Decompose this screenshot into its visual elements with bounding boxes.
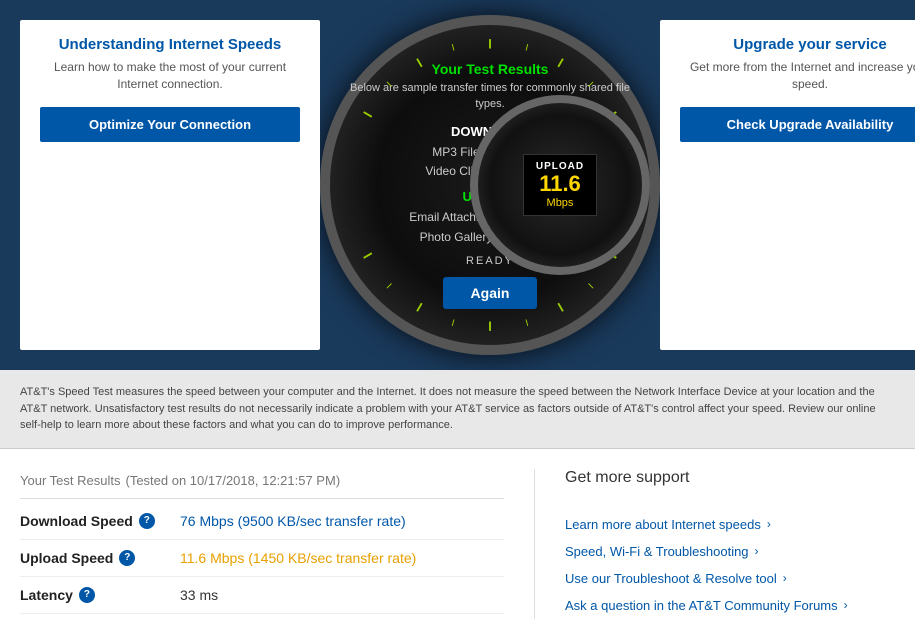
top-section: Understanding Internet Speeds Learn how …: [0, 0, 915, 370]
latency-help-icon[interactable]: ?: [79, 587, 95, 603]
upload-display: UPLOAD 11.6 Mbps: [523, 154, 597, 215]
upload-help-icon[interactable]: ?: [119, 550, 135, 566]
right-card-title: Upgrade your service: [733, 36, 886, 53]
download-speed-label: Download Speed: [20, 513, 133, 529]
chevron-icon-0: ›: [767, 517, 771, 531]
left-card-description: Learn how to make the most of your curre…: [40, 59, 300, 93]
upload-speed-row: Upload Speed ? 11.6 Mbps (1450 KB/sec tr…: [20, 540, 504, 577]
upload-speed-value: 11.6 Mbps (1450 KB/sec transfer rate): [180, 550, 416, 566]
results-left: Your Test Results (Tested on 10/17/2018,…: [20, 469, 535, 619]
download-speed-value: 76 Mbps (9500 KB/sec transfer rate): [180, 513, 406, 529]
right-card-description: Get more from the Internet and increase …: [680, 59, 915, 93]
upload-gauge: UPLOAD 11.6 Mbps: [470, 95, 650, 275]
support-link-0[interactable]: Learn more about Internet speeds ›: [565, 511, 895, 538]
chevron-icon-1: ›: [755, 544, 759, 558]
upload-value: 11.6: [536, 172, 584, 196]
results-title: Your Test Results (Tested on 10/17/2018,…: [20, 469, 504, 499]
disclaimer: AT&T's Speed Test measures the speed bet…: [0, 370, 915, 449]
latency-label: Latency: [20, 587, 73, 603]
right-info-card: Upgrade your service Get more from the I…: [660, 20, 915, 350]
support-link-3[interactable]: Ask a question in the AT&T Community For…: [565, 592, 895, 619]
support-title: Get more support: [565, 469, 895, 495]
upgrade-button[interactable]: Check Upgrade Availability: [680, 107, 915, 142]
latency-row: Latency ? 33 ms: [20, 577, 504, 614]
chevron-icon-2: ›: [783, 571, 787, 585]
left-card-title: Understanding Internet Speeds: [59, 36, 282, 53]
upload-unit: Mbps: [536, 197, 584, 209]
results-right: Get more support Learn more about Intern…: [555, 469, 895, 619]
support-link-1[interactable]: Speed, Wi-Fi & Troubleshooting ›: [565, 538, 895, 565]
download-speed-row: Download Speed ? 76 Mbps (9500 KB/sec tr…: [20, 503, 504, 540]
left-info-card: Understanding Internet Speeds Learn how …: [20, 20, 320, 350]
support-link-2[interactable]: Use our Troubleshoot & Resolve tool ›: [565, 565, 895, 592]
gauge-center: DOWNLOAD 76 Mbps: [320, 0, 660, 370]
download-help-icon[interactable]: ?: [139, 513, 155, 529]
latency-value: 33 ms: [180, 587, 218, 603]
chevron-icon-3: ›: [844, 598, 848, 612]
optimize-button[interactable]: Optimize Your Connection: [40, 107, 300, 142]
upload-speed-label: Upload Speed: [20, 550, 113, 566]
results-section: Your Test Results (Tested on 10/17/2018,…: [0, 449, 915, 639]
